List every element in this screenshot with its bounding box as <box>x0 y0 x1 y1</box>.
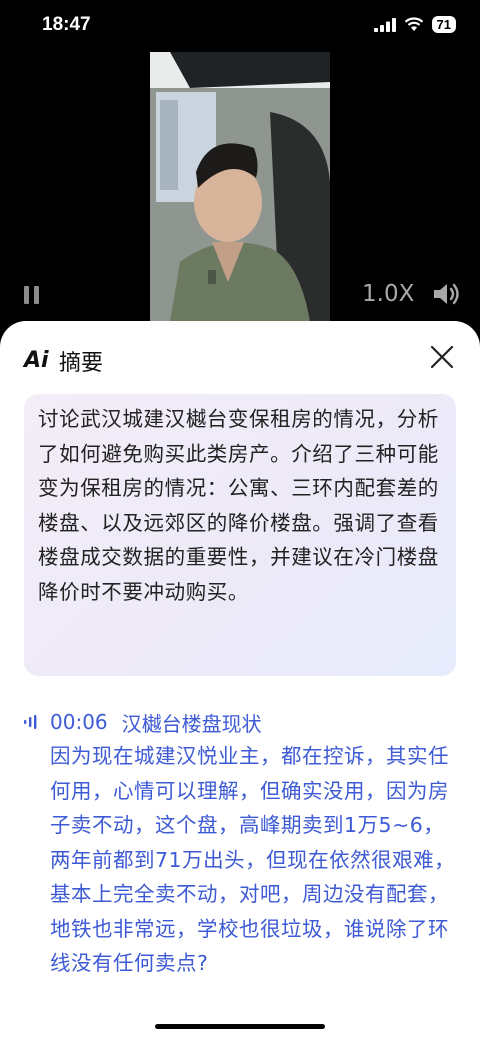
status-time: 18:47 <box>42 14 91 35</box>
summary-box: 讨论武汉城建汉樾台变保租房的情况，分析了如何避免购买此类房产。介绍了三种可能变为… <box>24 394 456 676</box>
summary-text: 讨论武汉城建汉樾台变保租房的情况，分析了如何避免购买此类房产。介绍了三种可能变为… <box>38 407 439 604</box>
close-button[interactable] <box>428 343 456 371</box>
pause-button[interactable] <box>22 284 42 312</box>
battery-indicator: 71 <box>431 16 456 33</box>
chapter-timestamp[interactable]: 00:06 <box>50 710 108 734</box>
signal-icon <box>373 17 396 32</box>
ai-logo: Ai <box>24 348 49 373</box>
wifi-icon <box>404 17 423 31</box>
summary-sheet: Ai 摘要 讨论武汉城建汉樾台变保租房的情况，分析了如何避免购买此类房产。介绍了… <box>0 321 480 1039</box>
video-player[interactable]: 1.0X <box>0 52 480 322</box>
chapter-text: 因为现在城建汉悦业主，都在控诉，其实任何用，心情可以理解，但确实没用，因为房子卖… <box>50 744 456 975</box>
status-bar: 18:47 71 <box>0 0 480 52</box>
audio-wave-icon <box>24 715 37 729</box>
speaker-icon <box>434 283 459 305</box>
chapter-title: 汉樾台楼盘现状 <box>121 711 262 736</box>
home-indicator <box>155 1024 325 1029</box>
chapter-item[interactable]: 00:06 汉樾台楼盘现状 因为现在城建汉悦业主，都在控诉，其实任何用，心情可以… <box>24 707 464 981</box>
volume-button[interactable] <box>432 282 460 310</box>
sheet-header: Ai 摘要 <box>24 343 456 379</box>
close-icon <box>430 345 454 369</box>
pause-icon <box>24 286 39 304</box>
video-frame[interactable] <box>150 52 330 322</box>
status-icons: 71 <box>373 16 456 33</box>
chapter-header[interactable]: 00:06 汉樾台楼盘现状 <box>24 707 464 737</box>
playback-speed-button[interactable]: 1.0X <box>362 281 414 307</box>
video-thumbnail <box>150 52 330 322</box>
sheet-title: 摘要 <box>59 351 104 376</box>
